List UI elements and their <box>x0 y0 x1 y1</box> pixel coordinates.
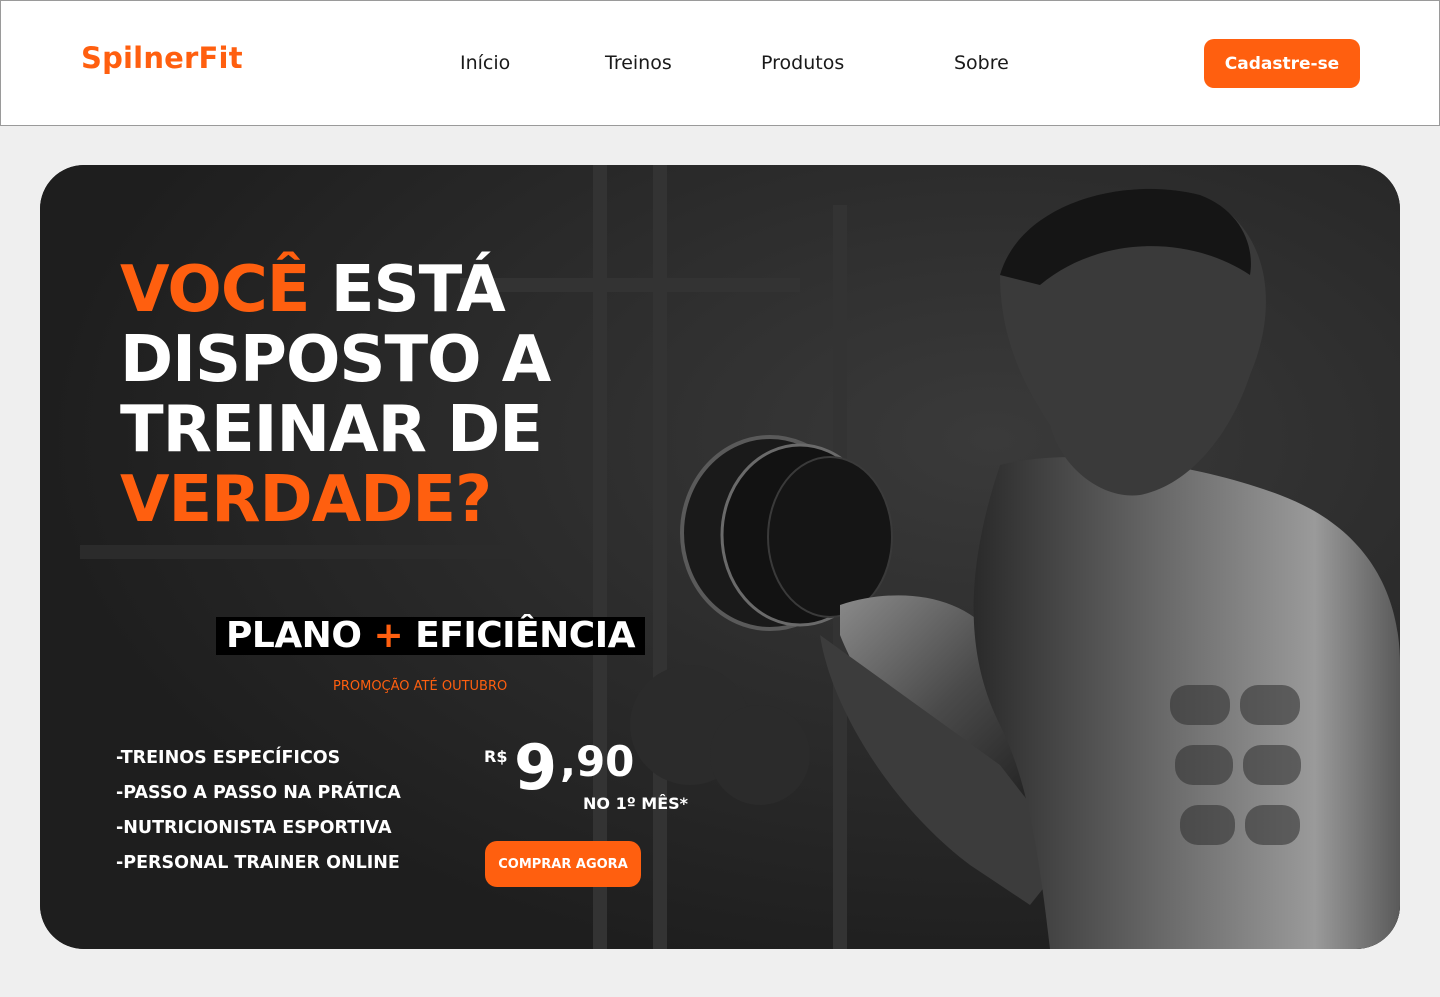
feature-list: -TREINOS ESPECÍFICOS -PASSO A PASSO NA P… <box>116 745 401 885</box>
signup-button[interactable]: Cadastre-se <box>1204 39 1360 88</box>
feature-item: -PASSO A PASSO NA PRÁTICA <box>116 783 401 803</box>
buy-now-button[interactable]: COMPRAR AGORA <box>485 841 641 887</box>
nav-inicio[interactable]: Início <box>460 52 510 74</box>
price-decimal: ,90 <box>560 737 635 786</box>
headline-word-voce: VOCÊ <box>120 253 310 327</box>
plus-icon: + <box>373 615 404 656</box>
site-header: SpilnerFit Início Treinos Produtos Sobre… <box>0 0 1440 126</box>
hero-banner: VOCÊ ESTÁ DISPOSTO A TREINAR DE VERDADE?… <box>40 165 1400 949</box>
headline-word-esta: ESTÁ <box>309 253 506 327</box>
feature-item: -NUTRICIONISTA ESPORTIVA <box>116 818 392 838</box>
price-currency: R$ <box>484 747 508 766</box>
nav-sobre[interactable]: Sobre <box>954 52 1009 74</box>
plan-title-part1: PLANO <box>226 615 374 656</box>
headline-line4: VERDADE? <box>120 463 492 537</box>
feature-item: -TREINOS ESPECÍFICOS <box>116 748 341 768</box>
headline-line3: TREINAR DE <box>120 393 543 467</box>
brand-logo[interactable]: SpilnerFit <box>81 41 243 75</box>
plan-title-part2: EFICIÊNCIA <box>403 615 635 656</box>
hero-headline: VOCÊ ESTÁ DISPOSTO A TREINAR DE VERDADE? <box>120 255 640 535</box>
nav-produtos[interactable]: Produtos <box>761 52 844 74</box>
headline-line2: DISPOSTO A <box>120 323 551 397</box>
nav-treinos[interactable]: Treinos <box>605 52 672 74</box>
feature-item: -PERSONAL TRAINER ONLINE <box>116 853 400 873</box>
price-integer: 9 <box>514 731 558 804</box>
plan-title: PLANO + EFICIÊNCIA <box>216 617 645 655</box>
promo-text: PROMOÇÃO ATÉ OUTUBRO <box>333 679 508 694</box>
price-note: NO 1º MÊS* <box>583 794 689 813</box>
